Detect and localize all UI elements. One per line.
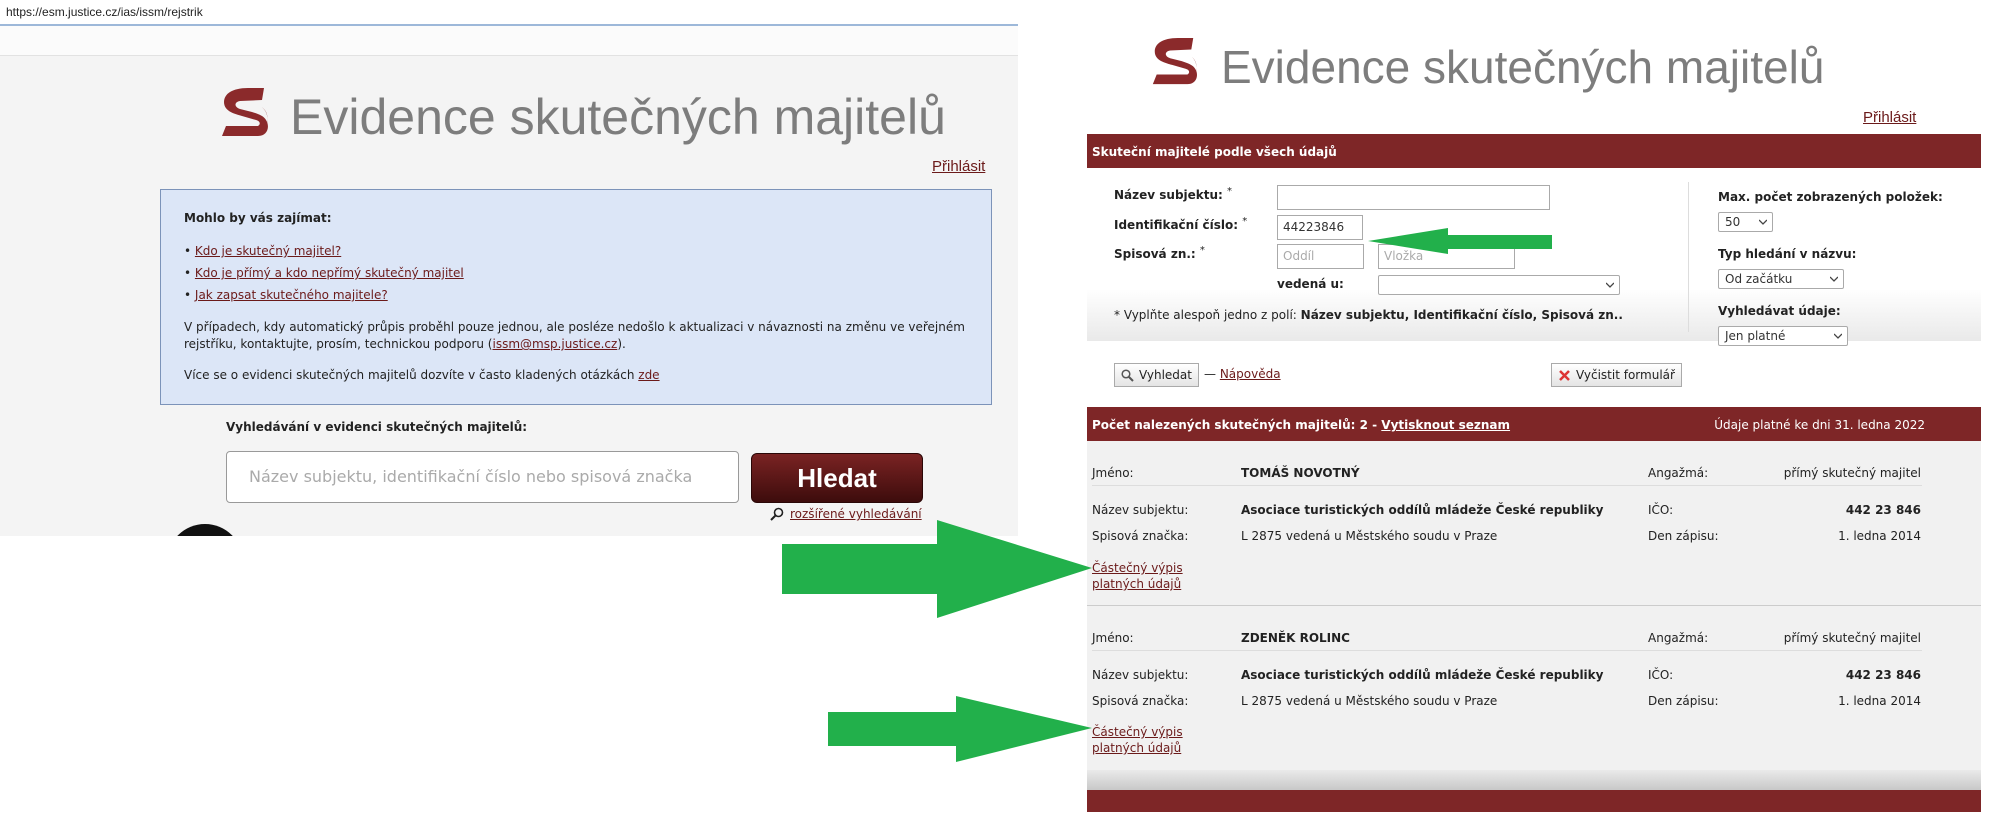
tab-strip [0, 26, 1018, 56]
result-item: Jméno: ZDENĚK ROLINC Angažmá: přímý skut… [1087, 605, 1981, 770]
result-item: Jméno: TOMÁŠ NOVOTNÝ Angažmá: přímý skut… [1087, 441, 1981, 605]
court-select[interactable] [1378, 275, 1620, 295]
help-link[interactable]: Nápověda [1220, 367, 1281, 381]
partial-extract-link[interactable]: Částečný výpis platných údajů [1092, 560, 1183, 592]
section-header: Skuteční majitelé podle všech údajů [1087, 134, 1981, 168]
ico-input[interactable]: 44223846 [1277, 215, 1363, 240]
owner-name: ZDENĚK ROLINC [1241, 631, 1350, 645]
file-mark: L 2875 vedená u Městského soudu v Praze [1241, 694, 1498, 708]
role: přímý skutečný majitel [1783, 631, 1921, 645]
results-header: Počet nalezených skutečných majitelů: 2 … [1087, 407, 1981, 441]
caret-down-icon [1606, 282, 1614, 288]
right-screenshot: Evidence skutečných majitelů Přihlásit S… [1087, 32, 1981, 812]
caret-down-icon [1830, 276, 1838, 282]
name-label: Název subjektu: * [1114, 186, 1233, 202]
magnifier-icon [1121, 369, 1134, 382]
search-type-label: Typ hledání v názvu: [1718, 247, 1857, 261]
search-button[interactable]: Hledat [751, 453, 923, 503]
role: přímý skutečný majitel [1783, 466, 1921, 480]
ico-value: 442 23 846 [1845, 503, 1921, 517]
search-button[interactable]: Vyhledat [1114, 363, 1199, 387]
footer-gradient [1087, 770, 1981, 790]
info-links: Kdo je skutečný majitel? Kdo je přímý a … [184, 241, 464, 307]
info-heading: Mohlo by vás zajímat: [184, 211, 332, 225]
file-mark: L 2875 vedená u Městského soudu v Praze [1241, 529, 1498, 543]
entry-date: 1. ledna 2014 [1838, 694, 1921, 708]
footer-bar [1087, 790, 1981, 812]
magnifier-icon [770, 507, 784, 521]
page-title: Evidence skutečných majitelů [1221, 41, 1825, 93]
ico-value: 442 23 846 [1845, 668, 1921, 682]
info-box: Mohlo by vás zajímat: Kdo je skutečný ma… [160, 189, 992, 405]
info-link-how-to-register[interactable]: Jak zapsat skutečného majitele? [195, 288, 388, 302]
max-items-select[interactable]: 50 [1718, 212, 1773, 232]
page-title: Evidence skutečných majitelů [290, 89, 946, 145]
subject-name: Asociace turistických oddílů mládeže Čes… [1241, 503, 1604, 517]
subject-name: Asociace turistických oddílů mládeže Čes… [1241, 668, 1604, 682]
valid-date: Údaje platné ke dni 31. ledna 2022 [1714, 418, 1925, 432]
arrow-annotation [782, 520, 1092, 618]
court-label: vedená u: [1277, 277, 1344, 291]
clear-x-icon [1559, 370, 1570, 381]
partial-graphic [166, 522, 244, 536]
arrow-annotation [1368, 228, 1552, 254]
info-link-who-is-owner[interactable]: Kdo je skutečný majitel? [195, 244, 341, 258]
partial-extract-link[interactable]: Částečný výpis platných údajů [1092, 724, 1183, 756]
advanced-search-link[interactable]: rozšířené vyhledávání [790, 507, 922, 521]
data-scope-label: Vyhledávat údaje: [1718, 304, 1841, 318]
ico-label: Identifikační číslo: * [1114, 216, 1248, 232]
search-type-select[interactable]: Od začátku [1718, 269, 1844, 289]
caret-down-icon [1759, 219, 1767, 225]
oddil-input[interactable]: Oddíl [1277, 244, 1364, 269]
search-input[interactable]: Název subjektu, identifikační číslo nebo… [226, 451, 739, 503]
support-email-link[interactable]: issm@msp.justice.cz [492, 337, 617, 351]
print-list-link[interactable]: Vytisknout seznam [1381, 418, 1510, 432]
search-label: Vyhledávání v evidenci skutečných majite… [226, 420, 528, 434]
max-items-label: Max. počet zobrazených položek: [1718, 190, 1943, 204]
form-divider [1688, 182, 1689, 332]
info-paragraph-support: V případech, kdy automatický průpis prob… [184, 320, 965, 351]
logo-icon [1152, 38, 1198, 85]
login-link[interactable]: Přihlásit [1863, 109, 1916, 126]
clear-form-button[interactable]: Vyčistit formulář [1551, 363, 1682, 387]
owner-name: TOMÁŠ NOVOTNÝ [1241, 466, 1360, 480]
logo-icon [222, 88, 268, 136]
entry-date: 1. ledna 2014 [1838, 529, 1921, 543]
left-screenshot: https://esm.justice.cz/ias/issm/rejstrik… [0, 0, 1018, 536]
caret-down-icon [1834, 333, 1842, 339]
spis-label: Spisová zn.: * [1114, 245, 1205, 261]
login-link[interactable]: Přihlásit [932, 158, 985, 175]
url-text: https://esm.justice.cz/ias/issm/rejstrik [6, 5, 203, 19]
address-bar[interactable]: https://esm.justice.cz/ias/issm/rejstrik [0, 0, 1018, 26]
info-paragraph-faq: Více se o evidenci skutečných majitelů d… [184, 368, 660, 382]
faq-link[interactable]: zde [638, 368, 659, 382]
help-area: — Nápověda [1204, 367, 1281, 381]
search-placeholder: Název subjektu, identifikační číslo nebo… [249, 467, 693, 486]
arrow-annotation [828, 696, 1092, 762]
advanced-search[interactable]: rozšířené vyhledávání [770, 507, 922, 521]
form-note: * Vyplňte alespoň jedno z polí: Název su… [1114, 308, 1623, 322]
name-input[interactable] [1277, 185, 1550, 210]
data-scope-select[interactable]: Jen platné [1718, 326, 1848, 346]
info-link-direct-indirect[interactable]: Kdo je přímý a kdo nepřímý skutečný maji… [195, 266, 464, 280]
